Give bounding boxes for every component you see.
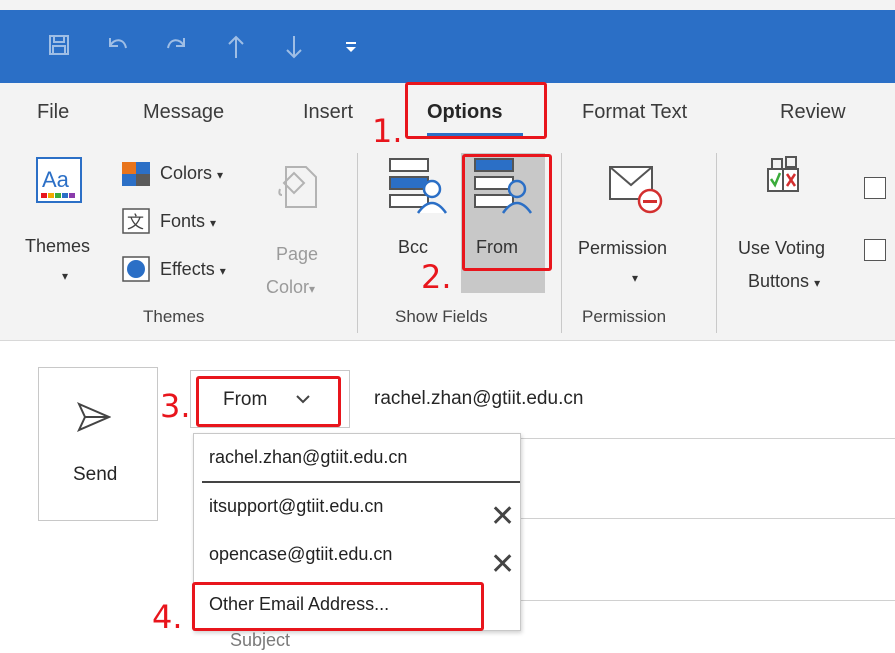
permission-button[interactable]: Permission ▾ (574, 153, 698, 303)
highlight-other-address (192, 582, 484, 631)
svg-text:Aa: Aa (42, 167, 70, 192)
group-separator (357, 153, 358, 333)
effects-label: Effects (160, 259, 215, 279)
send-label: Send (73, 464, 118, 485)
voting-label-line2: Buttons (748, 271, 810, 291)
title-bar (0, 10, 895, 83)
permission-dropdown-caret: ▾ (632, 271, 639, 285)
from-address-value: rachel.zhan@gtiit.edu.cn (374, 388, 584, 409)
highlight-from-dropdown (196, 376, 341, 427)
themes-button[interactable]: Aa Themes ▾ (22, 151, 114, 301)
tab-review[interactable]: Review (780, 101, 846, 124)
permission-envelope-icon (609, 166, 663, 214)
themes-group-label: Themes (143, 307, 205, 326)
svg-text:文: 文 (127, 213, 144, 233)
remove-address-icon[interactable]: ✕ (490, 550, 515, 580)
subject-label: Subject (230, 630, 291, 650)
remove-address-icon[interactable]: ✕ (490, 502, 515, 532)
redo-icon[interactable] (164, 34, 190, 58)
dropdown-item[interactable]: rachel.zhan@gtiit.edu.cn (194, 434, 520, 484)
fonts-label: Fonts (160, 211, 206, 231)
bcc-icon (389, 158, 448, 214)
colors-label: Colors (160, 163, 213, 183)
down-arrow-icon[interactable] (284, 34, 304, 60)
subject-field-line (520, 600, 895, 601)
up-arrow-icon[interactable] (226, 34, 246, 60)
show-fields-group-label: Show Fields (395, 307, 488, 326)
cc-field-line (520, 518, 895, 519)
ribbon: Aa Themes ▾ Colors ▾ 文 Fonts ▾ Effects ▾… (0, 145, 895, 341)
send-icon (77, 402, 111, 432)
dropdown-item-email: itsupport@gtiit.edu.cn (209, 496, 384, 516)
group-separator (561, 153, 562, 333)
permission-label: Permission (578, 238, 668, 258)
tab-insert[interactable]: Insert (303, 101, 353, 124)
highlight-options-tab (405, 82, 547, 139)
voting-icon (767, 156, 799, 192)
step-2-label: 2. (421, 258, 452, 296)
undo-icon[interactable] (104, 34, 130, 58)
customize-icon[interactable] (344, 34, 358, 56)
use-voting-buttons-button[interactable]: Use Voting Buttons ▾ (734, 153, 854, 303)
page-color-button[interactable]: Page Color▾ (262, 159, 342, 299)
step-3-label: 3. (160, 387, 191, 425)
bcc-label: Bcc (398, 237, 429, 257)
fonts-button[interactable]: 文 Fonts ▾ (120, 207, 250, 235)
dropdown-item[interactable]: opencase@gtiit.edu.cn ✕ (194, 534, 520, 582)
colors-button[interactable]: Colors ▾ (120, 159, 250, 187)
effects-button[interactable]: Effects ▾ (120, 255, 260, 283)
step-4-label: 4. (152, 598, 183, 636)
send-button[interactable]: Send (38, 367, 158, 521)
step-1-label: 1. (372, 112, 403, 150)
group-separator (716, 153, 717, 333)
request-read-receipt-checkbox[interactable] (864, 239, 886, 261)
request-receipt-checkbox[interactable] (864, 177, 886, 199)
tab-message[interactable]: Message (143, 101, 224, 124)
effects-icon (122, 256, 150, 282)
themes-icon: Aa (36, 157, 82, 203)
page-color-label-line1: Page (276, 244, 319, 264)
fonts-icon: 文 (122, 208, 150, 234)
permission-group-label: Permission (582, 307, 667, 326)
dropdown-item[interactable]: itsupport@gtiit.edu.cn ✕ (194, 486, 520, 534)
save-icon[interactable] (48, 34, 70, 56)
highlight-from-button (462, 154, 552, 271)
to-field-line (520, 438, 895, 439)
dropdown-separator (202, 481, 520, 483)
page-color-label-line2: Color (266, 277, 310, 297)
voting-label-line1: Use Voting (738, 238, 826, 258)
tab-file[interactable]: File (37, 101, 69, 124)
dropdown-item-email: rachel.zhan@gtiit.edu.cn (209, 447, 408, 467)
tab-format-text[interactable]: Format Text (582, 101, 687, 124)
themes-label: Themes (25, 236, 91, 256)
themes-dropdown-caret: ▾ (62, 269, 69, 283)
dropdown-item-email: opencase@gtiit.edu.cn (209, 544, 393, 564)
colors-icon (122, 162, 150, 186)
paint-bucket-icon (278, 166, 317, 208)
